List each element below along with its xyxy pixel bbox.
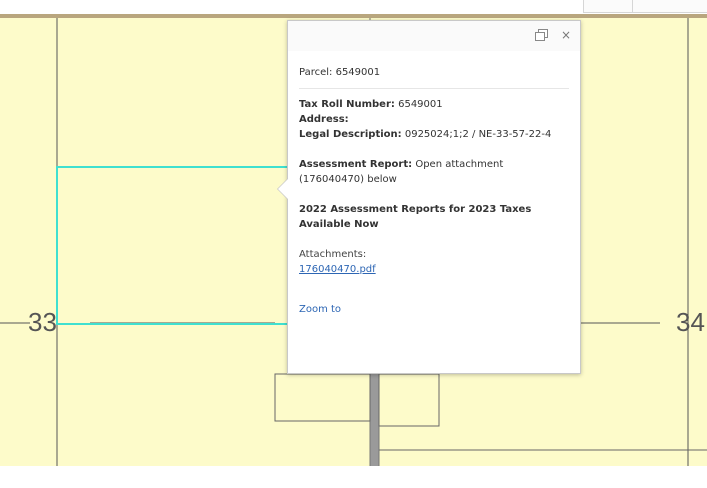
close-icon[interactable]: × (558, 27, 574, 43)
tax-roll-row: Tax Roll Number: 6549001 (299, 97, 569, 112)
popup-header: × (288, 21, 580, 51)
assessment-notice: 2022 Assessment Reports for 2023 Taxes A… (299, 204, 532, 230)
parcel (378, 373, 440, 427)
top-toolbar-strip (0, 0, 707, 14)
address-label: Address: (299, 114, 349, 125)
tax-roll-label: Tax Roll Number: (299, 99, 395, 110)
zoom-to-link[interactable]: Zoom to (299, 302, 569, 317)
township-label: 33 (28, 307, 57, 337)
legal-label: Legal Description: (299, 129, 402, 140)
attachments-label: Attachments: (299, 249, 367, 260)
attachment-link[interactable]: 176040470.pdf (299, 262, 569, 277)
assessment-label: Assessment Report: (299, 159, 413, 170)
popup-content: Parcel: 6549001 Tax Roll Number: 6549001… (299, 65, 569, 317)
toolbar-box[interactable] (632, 0, 707, 13)
feature-popup: × Parcel: 6549001 Tax Roll Number: 65490… (277, 20, 581, 374)
bottom-margin (0, 466, 707, 488)
road-vertical (370, 374, 379, 466)
legal-row: Legal Description: 0925024;1;2 / NE-33-5… (299, 127, 569, 142)
township-label: 34 (676, 307, 705, 337)
popup-title: Parcel: 6549001 (299, 65, 569, 89)
legal-value: 0925024;1;2 / NE-33-57-22-4 (404, 129, 552, 140)
tax-roll-value: 6549001 (398, 99, 443, 110)
selected-parcel-outline (56, 166, 288, 325)
popup-pointer (278, 179, 288, 199)
assessment-row: Assessment Report: Open attachment (1760… (299, 157, 569, 187)
dock-icon[interactable] (532, 27, 548, 43)
address-row: Address: (299, 112, 569, 127)
parcel (274, 373, 371, 422)
toolbar-box[interactable] (583, 0, 633, 13)
